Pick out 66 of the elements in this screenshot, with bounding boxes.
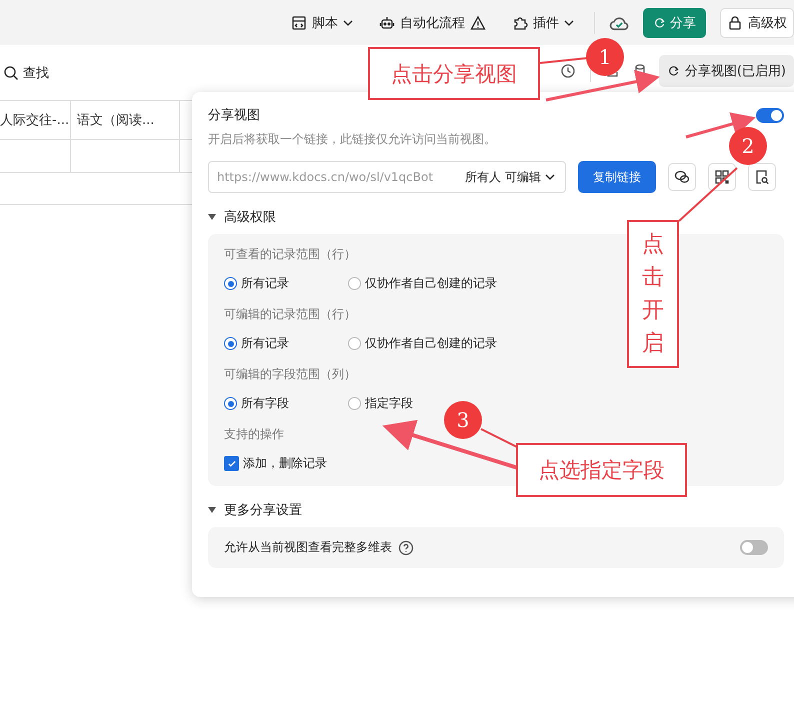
section-title: 更多分享设置 xyxy=(224,502,302,519)
search-button[interactable]: 查找 xyxy=(3,64,49,82)
step-number: 1 xyxy=(586,38,624,76)
chat-bubbles-icon xyxy=(674,169,690,185)
radio-option[interactable]: 所有字段 xyxy=(224,395,289,412)
qr-code-button[interactable] xyxy=(708,163,736,191)
radio-button[interactable] xyxy=(348,337,361,350)
group-label: 可查看的记录范围（行） xyxy=(224,246,356,263)
caret-icon xyxy=(545,174,555,180)
panel-title: 分享视图 xyxy=(208,107,260,124)
share-view-button[interactable]: 分享视图(已启用) xyxy=(658,54,794,86)
group-label: 可编辑的记录范围（行） xyxy=(224,306,356,323)
warning-icon xyxy=(470,14,486,30)
annotation-label: 点选指定字段 xyxy=(516,443,687,497)
link-field[interactable]: https://www.kdocs.cn/wo/sl/v1qcBot 所有人 可编辑 xyxy=(208,161,566,193)
radio-button[interactable] xyxy=(348,277,361,290)
annotation-label: 点击分享视图 xyxy=(368,47,540,100)
section-title: 高级权限 xyxy=(224,209,276,226)
check-icon xyxy=(226,458,236,468)
column-header[interactable]: 语文（阅读... xyxy=(71,101,180,139)
expanded-triangle-icon[interactable] xyxy=(208,506,216,514)
radio-option[interactable]: 所有记录 xyxy=(224,275,289,292)
radio-option[interactable]: 仅协作者自己创建的记录 xyxy=(348,335,497,352)
radio-button[interactable] xyxy=(224,397,237,410)
share-icon xyxy=(653,16,666,29)
document-search-icon xyxy=(754,169,770,185)
toolbar-button[interactable]: 脚本 xyxy=(285,10,359,36)
lock-icon xyxy=(727,14,743,30)
copy-link-button[interactable]: 复制链接 xyxy=(578,161,656,193)
permissions-button[interactable]: 高级权 xyxy=(720,8,794,38)
wechat-button[interactable] xyxy=(668,163,696,191)
expanded-triangle-icon[interactable] xyxy=(208,213,216,221)
robot-icon xyxy=(379,14,395,30)
group-label: 可编辑的字段范围（列） xyxy=(224,366,356,383)
toolbar-button[interactable]: 自动化流程 xyxy=(373,10,492,36)
radio-button[interactable] xyxy=(224,277,237,290)
share-toggle[interactable] xyxy=(756,108,784,122)
arrow xyxy=(686,112,756,138)
setting-toggle[interactable] xyxy=(740,540,768,555)
setting-label: 允许从当前视图查看完整多维表 xyxy=(224,539,392,556)
annotation-label: 点击开启 xyxy=(627,220,679,368)
puzzle-icon xyxy=(512,14,528,30)
radio-option[interactable]: 指定字段 xyxy=(348,395,413,412)
leader-line xyxy=(540,57,588,64)
qr-code-icon xyxy=(714,169,730,185)
checkbox-option[interactable]: 添加，删除记录 xyxy=(224,455,327,472)
radio-button[interactable] xyxy=(224,337,237,350)
leader-line xyxy=(678,167,738,222)
permission-dropdown[interactable]: 所有人 可编辑 xyxy=(465,168,555,186)
checkbox[interactable] xyxy=(224,456,239,471)
help-icon xyxy=(398,540,414,556)
link-url: https://www.kdocs.cn/wo/sl/v1qcBot xyxy=(217,170,434,184)
script-icon xyxy=(291,14,307,30)
preview-button[interactable] xyxy=(748,163,776,191)
group-label: 支持的操作 xyxy=(224,426,284,443)
share-button[interactable]: 分享 xyxy=(643,8,706,38)
radio-option[interactable]: 仅协作者自己创建的记录 xyxy=(348,275,497,292)
toolbar-button[interactable]: 插件 xyxy=(506,10,580,36)
share-icon xyxy=(666,64,680,77)
clock-icon xyxy=(560,62,576,78)
panel-description: 开启后将获取一个链接，此链接仅允许访问当前视图。 xyxy=(208,131,496,148)
column-header[interactable]: 人际交往-... xyxy=(0,101,71,139)
leader-line xyxy=(480,428,518,448)
radio-option[interactable]: 所有记录 xyxy=(224,335,289,352)
search-icon xyxy=(3,64,19,80)
radio-button[interactable] xyxy=(348,397,361,410)
